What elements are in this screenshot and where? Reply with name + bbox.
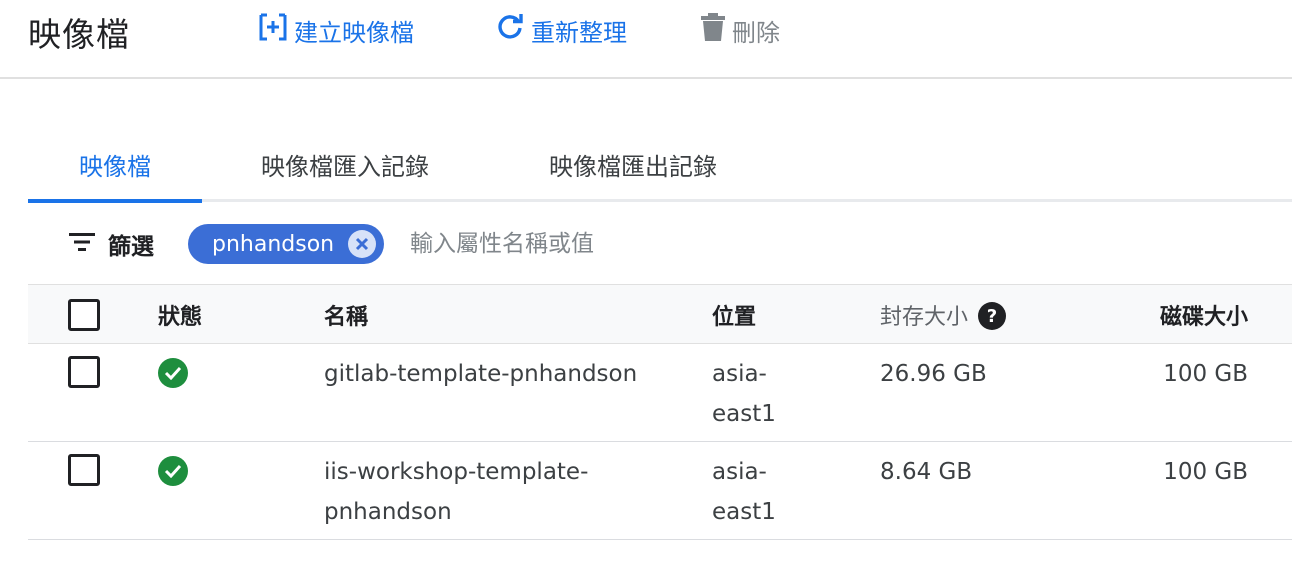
page-header: 映像檔 建立映像檔 重新整理 刪除 [0,0,1292,79]
row-checkbox[interactable] [68,454,100,486]
check-circle-icon [158,456,188,486]
tab-images[interactable]: 映像檔 [28,128,202,203]
filter-input[interactable] [410,226,910,262]
filter-list-icon [68,230,96,258]
image-location-line2: east1 [712,499,776,525]
filter-button[interactable]: 篩選 [68,226,154,262]
image-name[interactable]: gitlab-template-pnhandson [324,354,637,394]
close-circle-icon[interactable] [348,230,377,258]
refresh-label: 重新整理 [531,18,627,47]
column-location[interactable]: 位置 [712,299,792,331]
tab-image-import-history[interactable]: 映像檔匯入記錄 [230,128,460,200]
column-archive-size[interactable]: 封存大小? [880,299,1007,332]
image-location: asia- east1 [712,452,792,532]
image-disk-size: 100 GB [1163,459,1248,485]
delete-button[interactable]: 刪除 [700,12,780,48]
filter-bar: 篩選 pnhandson [28,204,1292,284]
tab-bar: 映像檔 映像檔匯入記錄 映像檔匯出記錄 [28,128,1292,203]
help-circle-icon[interactable]: ? [978,302,1007,330]
refresh-icon [495,12,525,48]
filter-chip-label: pnhandson [212,231,335,257]
table-header: 狀態 名稱 位置 封存大小? 磁碟大小 [28,284,1292,344]
image-location: asia- east1 [712,354,792,434]
tab-image-export-history[interactable]: 映像檔匯出記錄 [508,128,758,200]
column-name[interactable]: 名稱 [324,299,368,331]
table-row[interactable]: iis-workshop-template- pnhandson asia- e… [28,442,1292,540]
filter-chip[interactable]: pnhandson [188,224,385,264]
image-disk-size: 100 GB [1163,361,1248,387]
page-title: 映像檔 [28,15,130,54]
image-name-line1: iis-workshop-template- [324,459,589,485]
delete-label: 刪除 [732,18,780,47]
create-image-label: 建立映像檔 [294,18,414,47]
image-location-line2: east1 [712,401,776,427]
trash-icon [700,12,726,48]
select-all-checkbox[interactable] [68,299,100,331]
add-box-icon [258,12,288,48]
image-name[interactable]: iis-workshop-template- pnhandson [324,452,588,532]
image-archive-size: 26.96 GB [880,361,987,387]
image-archive-size: 8.64 GB [880,459,973,485]
image-location-line1: asia- [712,361,767,387]
refresh-button[interactable]: 重新整理 [495,12,627,48]
table-row[interactable]: gitlab-template-pnhandson asia- east1 26… [28,344,1292,442]
image-name-line2: pnhandson [324,499,452,525]
create-image-button[interactable]: 建立映像檔 [258,12,414,48]
check-circle-icon [158,358,188,388]
image-location-line1: asia- [712,459,767,485]
filter-label: 篩選 [108,234,154,260]
column-disk-size[interactable]: 磁碟大小 [1160,299,1248,331]
column-archive-size-label: 封存大小 [880,305,969,330]
row-checkbox[interactable] [68,356,100,388]
column-status[interactable]: 狀態 [158,299,202,331]
